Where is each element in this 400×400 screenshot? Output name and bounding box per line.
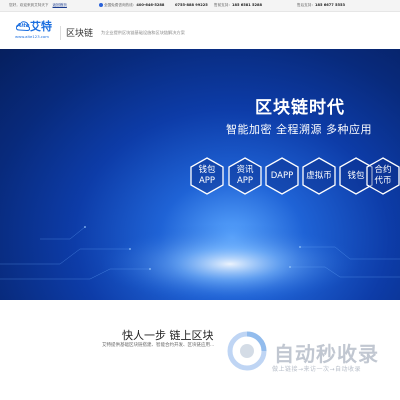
site-header: Aite 艾特 www.aite123.com 区块链 为企业提供区块链基础设施… <box>0 12 400 48</box>
hotline-number: 0755-888 99225 <box>175 3 208 7</box>
contract-token-hexagon[interactable]: 合约 代币 <box>366 157 400 195</box>
logo-chinese: 艾特 <box>30 20 52 33</box>
hexagon-label-line: 资讯 <box>236 165 254 175</box>
hotline-label: 全国免费咨询热线： <box>104 3 137 7</box>
hotline-number: 185 6677 5553 <box>314 3 345 7</box>
banner-headline: 区块链时代 <box>255 98 345 118</box>
welcome-text: 您好，欢迎来到艾特天下 <box>9 3 49 7</box>
top-bar: 您好，欢迎来到艾特天下 返回首页 全国免费咨询热线：400-646-5288 07… <box>0 0 400 12</box>
hotline-aftersales: 售后支持：185 6677 5553 <box>297 3 345 8</box>
virtual-currency-hexagon[interactable]: 虚拟币 <box>302 157 336 195</box>
dapp-hexagon[interactable]: DAPP <box>265 157 299 195</box>
hotline-landline: 0755-888 99225 <box>175 3 208 7</box>
hexagon-label-line: 合约 <box>374 165 392 175</box>
header-divider <box>60 26 61 40</box>
hexagon-label-line: 钱包 <box>347 170 365 181</box>
hotline-number: 185 6581 5288 <box>231 3 262 7</box>
welcome-area: 您好，欢迎来到艾特天下 返回首页 <box>9 3 67 8</box>
site-slogan: 为企业提供区块链基础设施和区块链解决方案 <box>101 30 185 35</box>
hexagon-label-line: 代币 <box>374 176 392 186</box>
watermark-logo-icon <box>227 331 267 371</box>
banner-tagline: 智能加密 全程溯源 多种应用 <box>226 123 372 136</box>
hotline-national: 全国免费咨询热线：400-646-5288 <box>99 3 164 8</box>
logo-english: Aite <box>17 23 30 29</box>
site-logo[interactable]: Aite 艾特 www.aite123.com <box>14 18 54 46</box>
hotline-number: 400-646-5288 <box>136 3 165 7</box>
logo-url: www.aite123.com <box>15 34 49 39</box>
watermark-subtext: 做上链接→来访一次→自动收录 <box>272 366 362 373</box>
section-title: 快人一步 链上区块 <box>122 329 214 342</box>
phone-icon <box>99 3 103 7</box>
hexagon-label-line: 钱包 <box>198 165 216 175</box>
hotline-label: 售前支持： <box>214 3 232 7</box>
hero-banner: 区块链时代 智能加密 全程溯源 多种应用 钱包 APP 资讯 APP DAPP 虚拟… <box>0 49 400 300</box>
return-home-link[interactable]: 返回首页 <box>53 3 67 7</box>
floor-glow <box>100 224 360 300</box>
hexagon-label-line: 虚拟币 <box>306 170 332 181</box>
hotline-presales: 售前支持：185 6581 5288 <box>214 3 262 8</box>
watermark-text: 自动秒收录 <box>274 342 379 366</box>
site-name: 区块链 <box>66 29 94 39</box>
hexagon-label-line: APP <box>198 176 216 186</box>
hexagon-label-line: APP <box>236 176 254 186</box>
hotline-label: 售后支持： <box>297 3 315 7</box>
wallet-app-hexagon[interactable]: 钱包 APP <box>190 157 224 195</box>
hexagon-label-line: DAPP <box>270 170 294 181</box>
news-app-hexagon[interactable]: 资讯 APP <box>228 157 262 195</box>
watermark-overlay: 自动秒收录 做上链接→来访一次→自动收录 <box>226 330 400 380</box>
